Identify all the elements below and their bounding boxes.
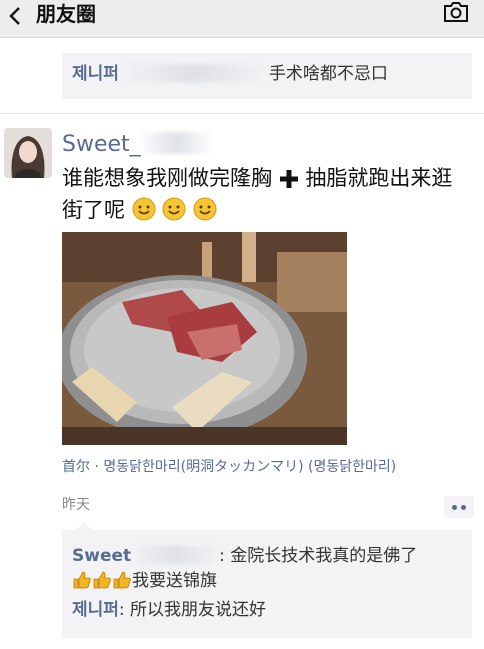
- comment-author[interactable]: 제니퍼: [72, 64, 119, 84]
- post-author-name[interactable]: Sweet_: [62, 132, 141, 157]
- thumbs-up-icon: [113, 571, 131, 589]
- post-author[interactable]: Sweet_: [62, 130, 211, 160]
- post-text: 谁能想象我刚做完隆胸 抽脂就跑出来逛 街了呢: [62, 162, 472, 226]
- blurred-name: [140, 132, 211, 154]
- previous-comment: 제니퍼 手术啥都不忌口: [72, 62, 388, 86]
- top-nav-bar: 朋友圈: [0, 0, 484, 38]
- page-title: 朋友圈: [36, 2, 96, 26]
- comment-text: 我要送锦旗: [132, 571, 217, 591]
- comment-author[interactable]: 제니퍼: [72, 600, 119, 620]
- heavy-plus-icon: [279, 170, 298, 188]
- divider: [0, 113, 484, 114]
- blurred-name: [118, 64, 269, 82]
- post-text-part3: 街了呢: [62, 198, 125, 222]
- post-photo[interactable]: [62, 232, 347, 445]
- dot-icon: [452, 505, 457, 510]
- thumbs-up-icon: [73, 571, 91, 589]
- thumbs-up-icon: [93, 571, 111, 589]
- comment-1: Sweet : 金院长技术我真的是佛了: [72, 544, 417, 568]
- blush-smile-emoji-icon: [193, 197, 217, 221]
- back-chevron-icon[interactable]: [6, 2, 26, 30]
- blurred-name: [131, 546, 220, 564]
- comment-text: : 所以我朋友说还好: [118, 600, 267, 620]
- comment-1-line2: 我要送锦旗: [72, 569, 217, 593]
- blush-smile-emoji-icon: [162, 197, 186, 221]
- location-link[interactable]: 首尔 · 명동닭한마리(明洞タッカンマリ) (명동닭한마리): [62, 456, 396, 478]
- avatar[interactable]: [4, 128, 52, 178]
- comment-2: 제니퍼: 所以我朋友说还好: [72, 598, 266, 622]
- blush-smile-emoji-icon: [132, 197, 156, 221]
- post-text-part1: 谁能想象我刚做完隆胸: [62, 166, 272, 190]
- camera-icon[interactable]: [442, 0, 470, 24]
- post-text-part2: 抽脂就跑出来逛: [305, 166, 453, 190]
- comment-text: : 金院长技术我真的是佛了: [219, 546, 418, 566]
- dot-icon: [461, 505, 466, 510]
- comment-author[interactable]: Sweet: [72, 546, 131, 566]
- more-actions-button[interactable]: [444, 496, 474, 518]
- comment-text: 手术啥都不忌口: [268, 64, 388, 84]
- post-time: 昨天: [62, 497, 90, 513]
